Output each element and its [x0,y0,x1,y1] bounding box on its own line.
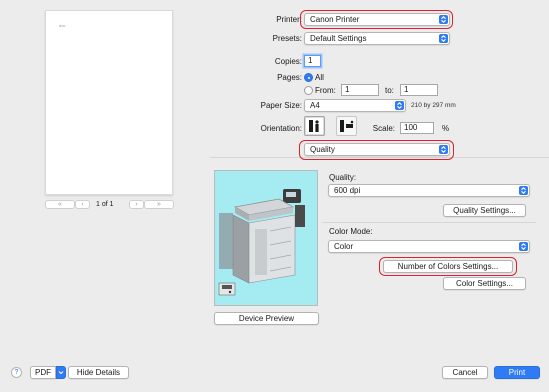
pages-to-field[interactable]: 1 [400,84,438,96]
page-preview: doc [45,10,173,195]
pages-from-field[interactable]: 1 [341,84,379,96]
color-mode-label: Color Mode: [329,227,373,236]
copies-label: Copies: [274,57,302,66]
preview-last-button[interactable]: » [144,200,174,209]
device-image-panel [214,170,318,306]
pages-from-radio[interactable] [304,86,313,95]
print-button[interactable]: Print [494,366,540,379]
quality-divider [322,222,536,223]
scale-unit: % [442,124,450,133]
quality-settings-button[interactable]: Quality Settings... [443,204,526,217]
orientation-portrait-button[interactable] [304,116,325,136]
preview-prev-button[interactable]: ‹ [75,200,90,209]
paper-size-dimensions: 210 by 297 mm [411,102,456,109]
portrait-icon [309,120,319,132]
pages-all-label: All [315,73,324,82]
pages-all-radio[interactable] [304,73,313,82]
device-preview-button[interactable]: Device Preview [214,312,319,325]
paper-size-popup[interactable]: A4 [304,99,406,112]
chevron-updown-icon [395,101,404,110]
printer-label: Printer: [276,15,302,24]
scale-field[interactable]: 100 [400,122,434,134]
orientation-landscape-button[interactable] [336,116,357,136]
chevron-down-icon [58,371,64,375]
hide-details-button[interactable]: Hide Details [68,366,129,379]
color-settings-button[interactable]: Color Settings... [443,277,526,290]
number-of-colors-highlight [379,257,517,276]
paper-size-label: Paper Size: [260,101,302,110]
preview-first-button[interactable]: « [45,200,75,209]
pages-from-label: From: [315,86,336,95]
landscape-icon [340,120,354,132]
help-button[interactable]: ? [11,367,22,378]
section-highlight [299,140,454,160]
orientation-label: Orientation: [260,124,302,133]
printer-device-icon [218,189,305,296]
presets-label: Presets: [272,34,302,43]
pages-to-label: to: [385,86,394,95]
chevron-updown-icon [519,242,528,251]
color-mode-popup[interactable]: Color [328,240,530,253]
pages-label: Pages: [277,73,302,82]
preview-thumbnail-text: doc [59,23,66,28]
quality-label: Quality: [329,173,357,182]
printer-highlight [300,10,453,29]
cancel-button[interactable]: Cancel [442,366,488,379]
scale-label: Scale: [372,124,395,133]
presets-popup[interactable]: Default Settings [304,32,450,45]
chevron-updown-icon [519,186,528,195]
chevron-updown-icon [439,34,448,43]
pdf-button[interactable]: PDF [30,366,56,379]
copies-field[interactable]: 1 [304,55,321,67]
preview-next-button[interactable]: › [129,200,144,209]
page-counter: 1 of 1 [96,201,114,208]
pdf-menu-button[interactable] [56,366,66,379]
quality-popup[interactable]: 600 dpi [328,184,530,197]
